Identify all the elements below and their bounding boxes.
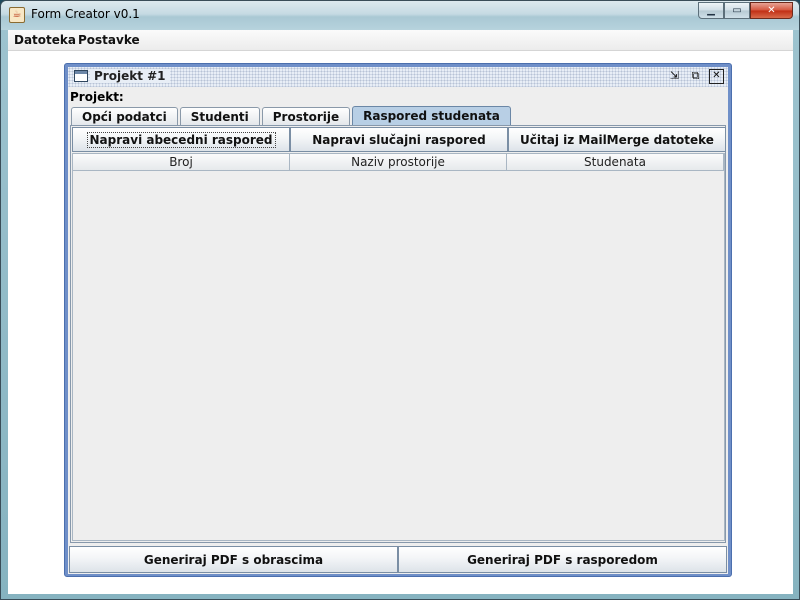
- close-frame-icon: ✕: [712, 70, 721, 81]
- generate-schedule-pdf-button[interactable]: Generiraj PDF s rasporedom: [398, 546, 727, 573]
- column-header-broj[interactable]: Broj: [73, 154, 290, 171]
- internal-frame-title: Projekt #1: [90, 69, 170, 83]
- close-icon: ✕: [767, 5, 776, 16]
- menu-postavke[interactable]: Postavke: [78, 33, 140, 47]
- project-internal-frame: Projekt #1 ⇲ ⧉ ✕ Projekt: Opći podatci S…: [64, 63, 732, 577]
- maximize-button[interactable]: ▭: [724, 2, 750, 19]
- title-bar[interactable]: ☕ Form Creator v0.1 ▁ ▭ ✕: [1, 1, 799, 30]
- column-header-studenata[interactable]: Studenata: [507, 154, 724, 171]
- alphabetical-schedule-button[interactable]: Napravi abecedni raspored: [72, 127, 290, 152]
- raspored-tab-panel: Napravi abecedni raspored Napravi slučaj…: [70, 125, 726, 543]
- menu-bar: Datoteka Postavke: [8, 30, 793, 51]
- maximize-icon: ▭: [732, 5, 742, 16]
- table-header: Broj Naziv prostorije Studenata: [73, 154, 724, 171]
- internal-frame-controls: ⇲ ⧉ ✕: [667, 69, 724, 84]
- tab-prostorije[interactable]: Prostorije: [261, 107, 351, 126]
- load-mailmerge-label: Učitaj iz MailMerge datoteke: [520, 132, 714, 147]
- java-coffee-icon: ☕: [9, 7, 25, 23]
- close-frame-button[interactable]: ✕: [709, 69, 724, 84]
- maximize-frame-icon: ⧉: [691, 69, 700, 82]
- alphabetical-schedule-label: Napravi abecedni raspored: [86, 131, 276, 148]
- desktop-pane: Projekt #1 ⇲ ⧉ ✕ Projekt: Opći podatci S…: [8, 51, 793, 594]
- window-controls: ▁ ▭ ✕: [698, 2, 793, 20]
- maximize-frame-button[interactable]: ⧉: [688, 69, 703, 84]
- column-header-naziv-prostorije[interactable]: Naziv prostorije: [290, 154, 507, 171]
- generate-schedule-pdf-label: Generiraj PDF s rasporedom: [467, 552, 658, 567]
- iconify-button[interactable]: ⇲: [667, 69, 682, 84]
- menu-datoteka[interactable]: Datoteka: [14, 33, 76, 47]
- internal-frame-title-bar[interactable]: Projekt #1 ⇲ ⧉ ✕: [68, 67, 728, 87]
- generate-forms-pdf-label: Generiraj PDF s obrascima: [143, 552, 324, 567]
- iconify-icon: ⇲: [669, 69, 680, 82]
- tab-studenti[interactable]: Studenti: [179, 107, 260, 126]
- window-title: Form Creator v0.1: [31, 7, 140, 21]
- load-mailmerge-button[interactable]: Učitaj iz MailMerge datoteke: [508, 127, 726, 152]
- minimize-button[interactable]: ▁: [698, 2, 724, 19]
- action-button-row: Napravi abecedni raspored Napravi slučaj…: [72, 127, 726, 152]
- generate-forms-pdf-button[interactable]: Generiraj PDF s obrascima: [69, 546, 398, 573]
- frame-window-icon: [74, 70, 88, 82]
- close-button[interactable]: ✕: [750, 2, 793, 19]
- minimize-icon: ▁: [707, 5, 715, 16]
- random-schedule-button[interactable]: Napravi slučajni raspored: [290, 127, 508, 152]
- tab-strip: Opći podatci Studenti Prostorije Raspore…: [71, 106, 513, 126]
- internal-frame-body: Projekt: Opći podatci Studenti Prostorij…: [68, 87, 728, 574]
- tab-opci-podatci[interactable]: Opći podatci: [71, 107, 178, 126]
- schedule-table[interactable]: Broj Naziv prostorije Studenata: [72, 153, 725, 541]
- project-label: Projekt:: [70, 90, 124, 104]
- random-schedule-label: Napravi slučajni raspored: [312, 132, 486, 147]
- tab-raspored-studenata[interactable]: Raspored studenata: [352, 106, 511, 126]
- bottom-button-row: Generiraj PDF s obrascima Generiraj PDF …: [69, 546, 727, 573]
- app-window: ☕ Form Creator v0.1 ▁ ▭ ✕ Datoteka Posta…: [0, 0, 800, 600]
